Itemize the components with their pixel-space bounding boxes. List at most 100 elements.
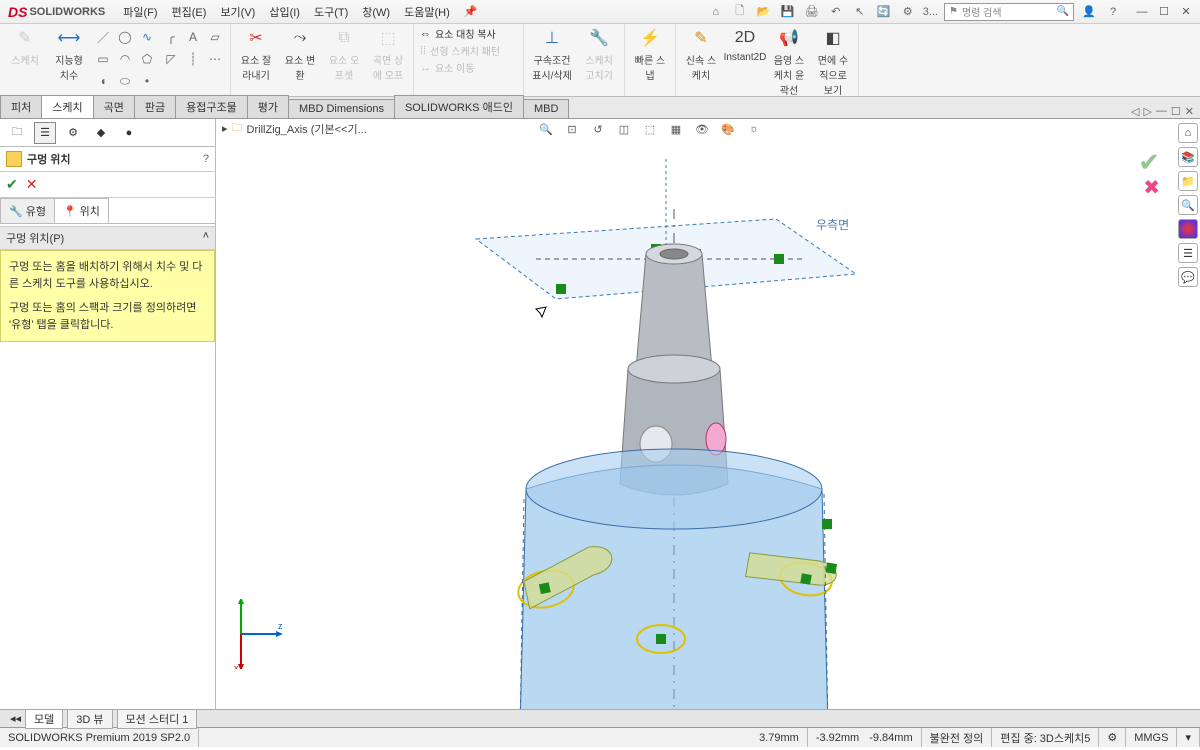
panel-tab-feature-tree[interactable]: 🗀 [6, 122, 28, 144]
smart-dimension-button[interactable]: ⟷지능형 치수 [50, 26, 88, 82]
normal-to-button[interactable]: ◧면에 수 직으로 보기 [814, 26, 852, 97]
command-search[interactable]: ⚑ 명령 검색 🔍 [944, 3, 1074, 21]
select-icon[interactable]: ↖ [851, 3, 869, 21]
rail-view-icon[interactable]: 🔍 [1178, 195, 1198, 215]
pm-cancel-button[interactable]: ✕ [26, 176, 38, 193]
menu-insert[interactable]: 삽입(I) [269, 4, 300, 20]
pm-tab-position[interactable]: 📍위치 [54, 198, 109, 223]
tab-sheetmetal[interactable]: 판금 [134, 95, 176, 118]
tab-mbd-dimensions[interactable]: MBD Dimensions [288, 99, 395, 118]
minimize-button[interactable]: — [1132, 4, 1152, 20]
tab-mbd[interactable]: MBD [523, 99, 569, 118]
tab-3dview[interactable]: 3D 뷰 [67, 709, 112, 729]
hole-wizard-icon [6, 151, 22, 167]
menu-help[interactable]: 도움말(H) [404, 4, 450, 20]
panel-tab-config[interactable]: ⚙ [62, 122, 84, 144]
close-button[interactable]: ✕ [1176, 4, 1196, 20]
tab-addins[interactable]: SOLIDWORKS 애드인 [394, 95, 524, 118]
tab-motion-study[interactable]: 모션 스터디 1 [117, 709, 198, 729]
instant2d-button[interactable]: 2DInstant2D [726, 26, 764, 63]
spline-icon[interactable]: ∿ [138, 28, 156, 46]
plane-icon[interactable]: ▱ [206, 28, 224, 46]
tab-evaluate[interactable]: 평가 [247, 95, 289, 118]
bottom-scroll-left[interactable]: ◂◂ [10, 712, 21, 725]
ellipse-icon[interactable]: ⬭ [116, 72, 134, 90]
move-button[interactable]: ↔요소 이동 [420, 60, 475, 75]
doc-prev-icon[interactable]: ◁ [1131, 105, 1139, 118]
rail-resources-icon[interactable]: 📚 [1178, 147, 1198, 167]
home-icon[interactable]: ⌂ [707, 3, 725, 21]
rail-home-icon[interactable]: ⌂ [1178, 123, 1198, 143]
pm-tab-type[interactable]: 🔧유형 [0, 198, 55, 223]
pattern-button[interactable]: ⁞⁞선형 스케치 패턴 [420, 43, 500, 58]
rect-icon[interactable]: ▭ [94, 50, 112, 68]
status-units[interactable]: MMGS [1126, 728, 1177, 747]
panel-tab-appearance[interactable]: ● [118, 122, 140, 144]
collapse-icon[interactable]: ˄ [203, 230, 209, 246]
pm-help-icon[interactable]: ? [203, 153, 209, 165]
trim-button[interactable]: ✂요소 잘 라내기 [237, 26, 275, 82]
chamfer-icon[interactable]: ◸ [162, 50, 180, 68]
task-pane-rail: ⌂ 📚 📁 🔍 ☰ 💬 [1176, 119, 1200, 287]
pm-section-header[interactable]: 구멍 위치(P)˄ [0, 226, 215, 250]
tab-sketch[interactable]: 스케치 [41, 95, 93, 118]
undo-icon[interactable]: ↶ [827, 3, 845, 21]
rebuild-icon[interactable]: 🔄 [875, 3, 893, 21]
sketch-button[interactable]: ✎스케치 [6, 26, 44, 67]
save-icon[interactable]: 💾 [779, 3, 797, 21]
rail-forum-icon[interactable]: 💬 [1178, 267, 1198, 287]
help-icon[interactable]: ? [1104, 3, 1122, 21]
view-triad[interactable]: x z [226, 599, 286, 669]
polygon-icon[interactable]: ⬠ [138, 50, 156, 68]
repair-sketch-button[interactable]: 🔧스케치 고치기 [580, 26, 618, 82]
fillet-icon[interactable]: ╭ [162, 28, 180, 46]
doc-next-icon[interactable]: ▷ [1143, 105, 1151, 118]
open-icon[interactable]: 📂 [755, 3, 773, 21]
tab-weldment[interactable]: 용접구조물 [175, 95, 248, 118]
slot-icon[interactable]: ◖ [94, 72, 112, 90]
print-icon[interactable]: 🖨 [803, 3, 821, 21]
convert-button[interactable]: ⤳요소 변 환 [281, 26, 319, 82]
constraints-button[interactable]: ⊥구속조건 표시/삭제 [530, 26, 574, 82]
doc-min-icon[interactable]: — [1156, 105, 1167, 118]
doc-max-icon[interactable]: ☐ [1171, 105, 1181, 118]
tab-model[interactable]: 모델 [25, 709, 63, 729]
shaded-contour-button[interactable]: 📢음영 스 케치 윤 곽선 [770, 26, 808, 97]
menu-window[interactable]: 창(W) [362, 4, 390, 20]
arc-icon[interactable]: ◠ [116, 50, 134, 68]
tab-surface[interactable]: 곡면 [93, 95, 135, 118]
pin-icon[interactable]: 📌 [464, 5, 478, 18]
main-area: 🗀 ☰ ⚙ ◆ ● 구멍 위치 ? ✔ ✕ 🔧유형 📍위치 구멍 위치(P)˄ … [0, 119, 1200, 709]
doc-close-icon[interactable]: ✕ [1185, 105, 1194, 118]
options-icon[interactable]: ⚙ [899, 3, 917, 21]
surface-offset-button[interactable]: ⬚곡면 상 에 오프 [369, 26, 407, 82]
text-icon[interactable]: A [184, 28, 202, 46]
maximize-button[interactable]: ☐ [1154, 4, 1174, 20]
rail-appearance-icon[interactable] [1178, 219, 1198, 239]
tab-feature[interactable]: 피처 [0, 95, 42, 118]
status-dropdown-icon[interactable]: ▾ [1177, 728, 1200, 747]
menu-file[interactable]: 파일(F) [123, 4, 157, 20]
menu-tools[interactable]: 도구(T) [314, 4, 348, 20]
graphics-viewport[interactable]: ▸ 🗀 DrillZig_Axis (기본<<기... 🔍 ⊡ ↺ ◫ ⬚ ▦ … [216, 119, 1200, 709]
rail-library-icon[interactable]: 📁 [1178, 171, 1198, 191]
rail-properties-icon[interactable]: ☰ [1178, 243, 1198, 263]
circle-icon[interactable]: ◯ [116, 28, 134, 46]
point-icon[interactable]: • [138, 72, 156, 90]
mirror-button[interactable]: ⇔요소 대칭 복사 [420, 26, 496, 41]
line-icon[interactable]: ／ [94, 28, 112, 46]
user-icon[interactable]: 👤 [1080, 3, 1098, 21]
centerline-icon[interactable]: ┊ [184, 50, 202, 68]
pm-ok-button[interactable]: ✔ [6, 176, 18, 193]
status-custom-icon[interactable]: ⚙ [1099, 728, 1126, 747]
rapid-sketch-button[interactable]: ✎신속 스 케치 [682, 26, 720, 82]
menu-edit[interactable]: 편집(E) [172, 4, 207, 20]
more-icon[interactable]: ⋯ [206, 50, 224, 68]
panel-tab-property-manager[interactable]: ☰ [34, 122, 56, 144]
panel-tab-dim[interactable]: ◆ [90, 122, 112, 144]
rapid-snap-button[interactable]: ⚡빠른 스 냅 [631, 26, 669, 82]
offset-button[interactable]: ⧉요소 오 프셋 [325, 26, 363, 82]
new-icon[interactable]: 🗋 [731, 3, 749, 21]
doc-name: 3... [923, 3, 938, 21]
menu-view[interactable]: 보기(V) [220, 4, 255, 20]
